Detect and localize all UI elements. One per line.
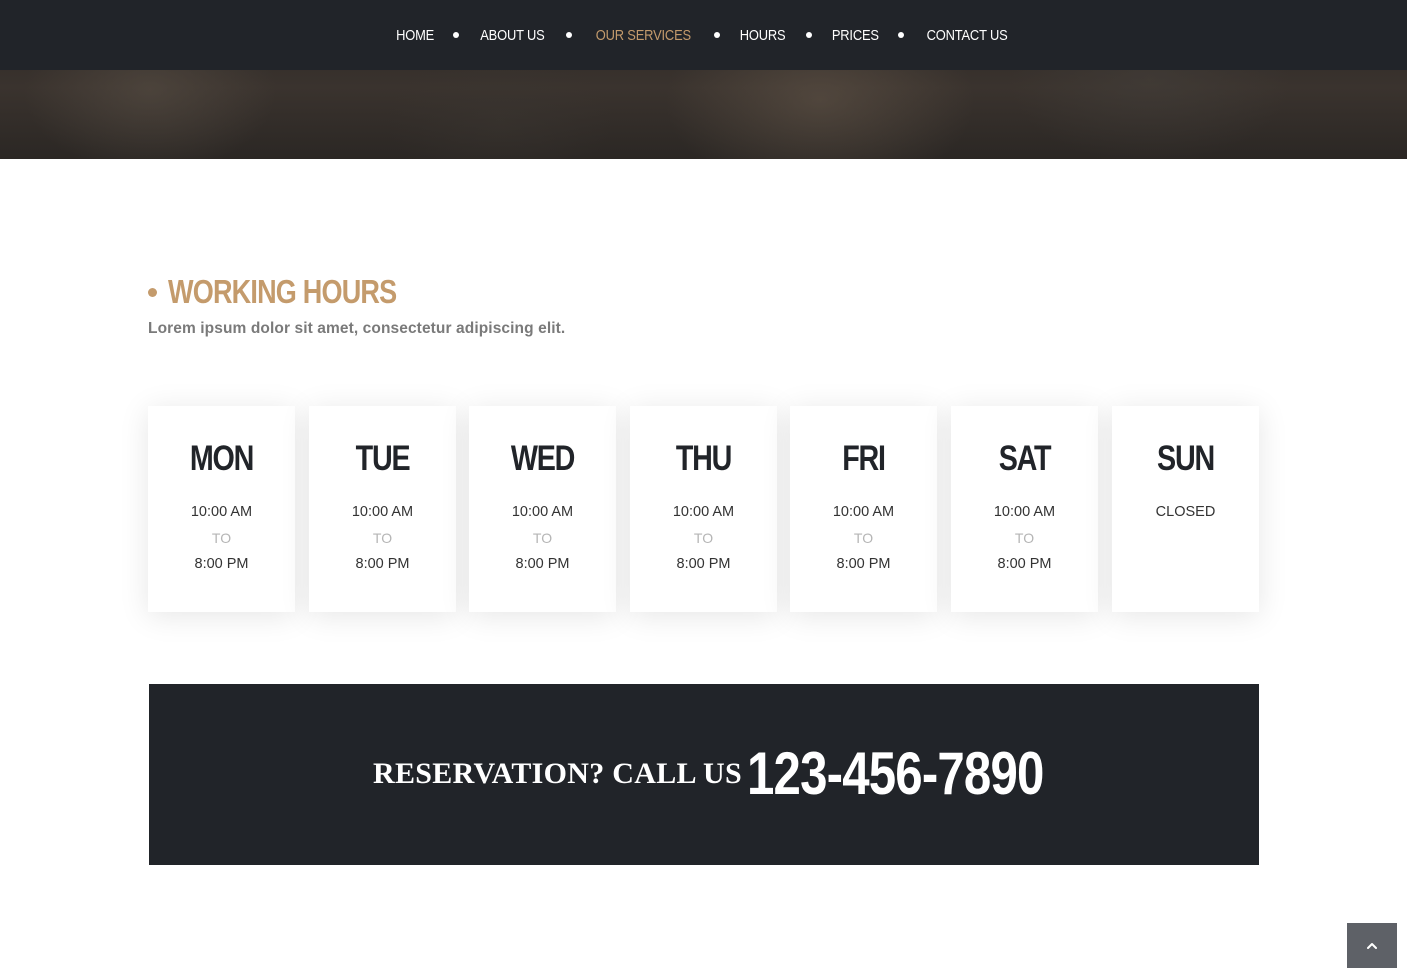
day-name: SUN [1157, 439, 1215, 478]
time-separator: TO [853, 530, 874, 546]
close-time: 8:00 PM [997, 556, 1052, 572]
section-title-row: WORKING HOURS [148, 272, 565, 312]
nav-separator-dot [565, 32, 572, 38]
open-time: 10:00 AM [351, 504, 414, 520]
closed-label: CLOSED [1155, 504, 1216, 520]
hours-cards: MON 10:00 AM TO 8:00 PM TUE 10:00 AM TO … [148, 406, 1259, 612]
back-to-top-button[interactable] [1347, 923, 1397, 968]
close-time: 8:00 PM [515, 556, 570, 572]
day-card-tue: TUE 10:00 AM TO 8:00 PM [309, 406, 456, 612]
nav-separator-dot [898, 32, 905, 38]
time-separator: TO [372, 530, 393, 546]
day-card-mon: MON 10:00 AM TO 8:00 PM [148, 406, 295, 612]
open-time: 10:00 AM [511, 504, 574, 520]
working-hours-header: WORKING HOURS Lorem ipsum dolor sit amet… [148, 272, 565, 338]
open-time: 10:00 AM [672, 504, 735, 520]
nav-item-about-us[interactable]: ABOUT US [480, 27, 545, 44]
section-title: WORKING HOURS [168, 273, 397, 310]
chevron-up-icon [1367, 942, 1377, 950]
day-card-sun: SUN CLOSED [1112, 406, 1259, 612]
close-time: 8:00 PM [676, 556, 731, 572]
time-separator: TO [532, 530, 553, 546]
open-time: 10:00 AM [190, 504, 253, 520]
nav-item-home[interactable]: HOME [396, 27, 434, 44]
close-time: 8:00 PM [194, 556, 249, 572]
day-name: WED [510, 439, 575, 478]
reservation-banner: RESERVATION? CALL US 123-456-7890 [149, 684, 1259, 865]
open-time: 10:00 AM [832, 504, 895, 520]
nav-menu: HOME ABOUT US OUR SERVICES HOURS PRICES … [393, 27, 1015, 44]
nav-separator-dot [805, 32, 812, 38]
reservation-label: RESERVATION? CALL US [373, 757, 742, 790]
nav-item-contact-us[interactable]: CONTACT US [927, 27, 1008, 44]
close-time: 8:00 PM [836, 556, 891, 572]
day-name: TUE [355, 439, 411, 478]
main-navbar: HOME ABOUT US OUR SERVICES HOURS PRICES … [0, 0, 1407, 70]
time-separator: TO [211, 530, 232, 546]
day-card-wed: WED 10:00 AM TO 8:00 PM [469, 406, 616, 612]
open-time: 10:00 AM [993, 504, 1056, 520]
day-name: THU [675, 439, 733, 478]
day-name: SAT [998, 439, 1052, 478]
title-bullet-dot [148, 287, 157, 297]
day-card-thu: THU 10:00 AM TO 8:00 PM [630, 406, 777, 612]
day-name: MON [189, 439, 254, 478]
day-card-sat: SAT 10:00 AM TO 8:00 PM [951, 406, 1098, 612]
nav-separator-dot [714, 32, 721, 38]
day-card-fri: FRI 10:00 AM TO 8:00 PM [790, 406, 937, 612]
close-time: 8:00 PM [355, 556, 410, 572]
nav-item-our-services[interactable]: OUR SERVICES [595, 27, 690, 44]
day-name: FRI [842, 439, 886, 478]
nav-item-hours[interactable]: HOURS [740, 27, 786, 44]
nav-item-prices[interactable]: PRICES [831, 27, 878, 44]
phone-number-link[interactable]: 123-456-7890 [747, 742, 1044, 806]
nav-separator-dot [452, 32, 459, 38]
section-subtitle: Lorem ipsum dolor sit amet, consectetur … [148, 320, 566, 337]
time-separator: TO [693, 530, 714, 546]
time-separator: TO [1014, 530, 1035, 546]
